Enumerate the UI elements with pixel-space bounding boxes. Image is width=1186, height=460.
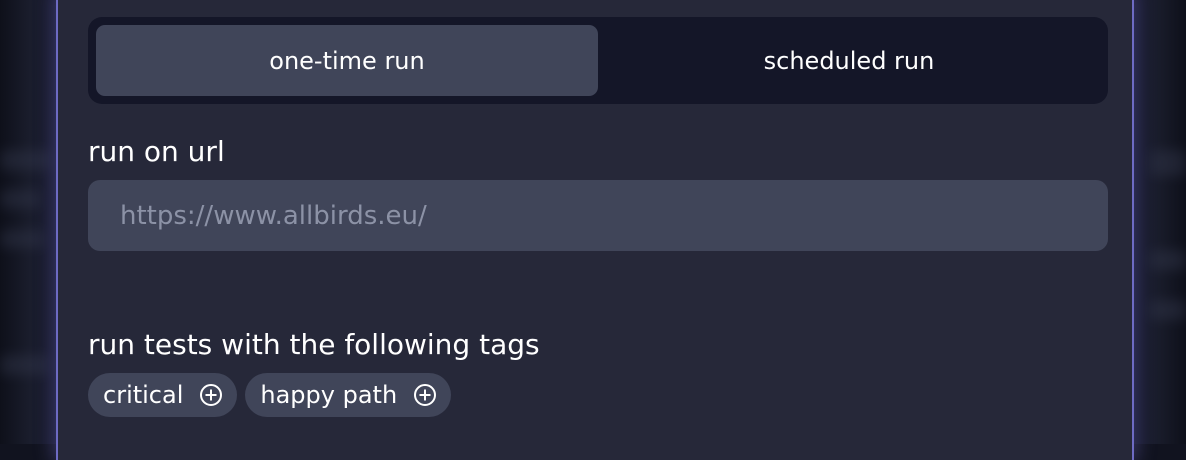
url-field-label: run on url bbox=[88, 135, 225, 168]
blurred-background-strip bbox=[0, 150, 50, 170]
tag-label: critical bbox=[103, 381, 184, 409]
plus-circle-icon[interactable] bbox=[413, 383, 437, 407]
blurred-background-strip bbox=[1150, 300, 1186, 320]
tag-label: happy path bbox=[260, 381, 398, 409]
blurred-background-strip bbox=[0, 355, 48, 375]
tab-scheduled-run[interactable]: scheduled run bbox=[598, 25, 1100, 96]
plus-circle-icon[interactable] bbox=[199, 383, 223, 407]
blurred-background-strip bbox=[0, 190, 40, 208]
run-mode-toggle: one-time run scheduled run bbox=[88, 17, 1108, 104]
tab-one-time-run[interactable]: one-time run bbox=[96, 25, 598, 96]
tag-chip-happy-path[interactable]: happy path bbox=[245, 373, 452, 417]
tags-section-label: run tests with the following tags bbox=[88, 328, 540, 361]
blurred-background-strip bbox=[1150, 250, 1186, 270]
tag-chip-critical[interactable]: critical bbox=[88, 373, 238, 417]
tag-list: critical happy path bbox=[88, 373, 452, 417]
blurred-background-strip bbox=[1150, 150, 1186, 176]
url-input[interactable] bbox=[88, 180, 1108, 251]
run-config-panel: one-time run scheduled run run on url ru… bbox=[56, 0, 1134, 460]
blurred-background-strip bbox=[0, 230, 44, 248]
